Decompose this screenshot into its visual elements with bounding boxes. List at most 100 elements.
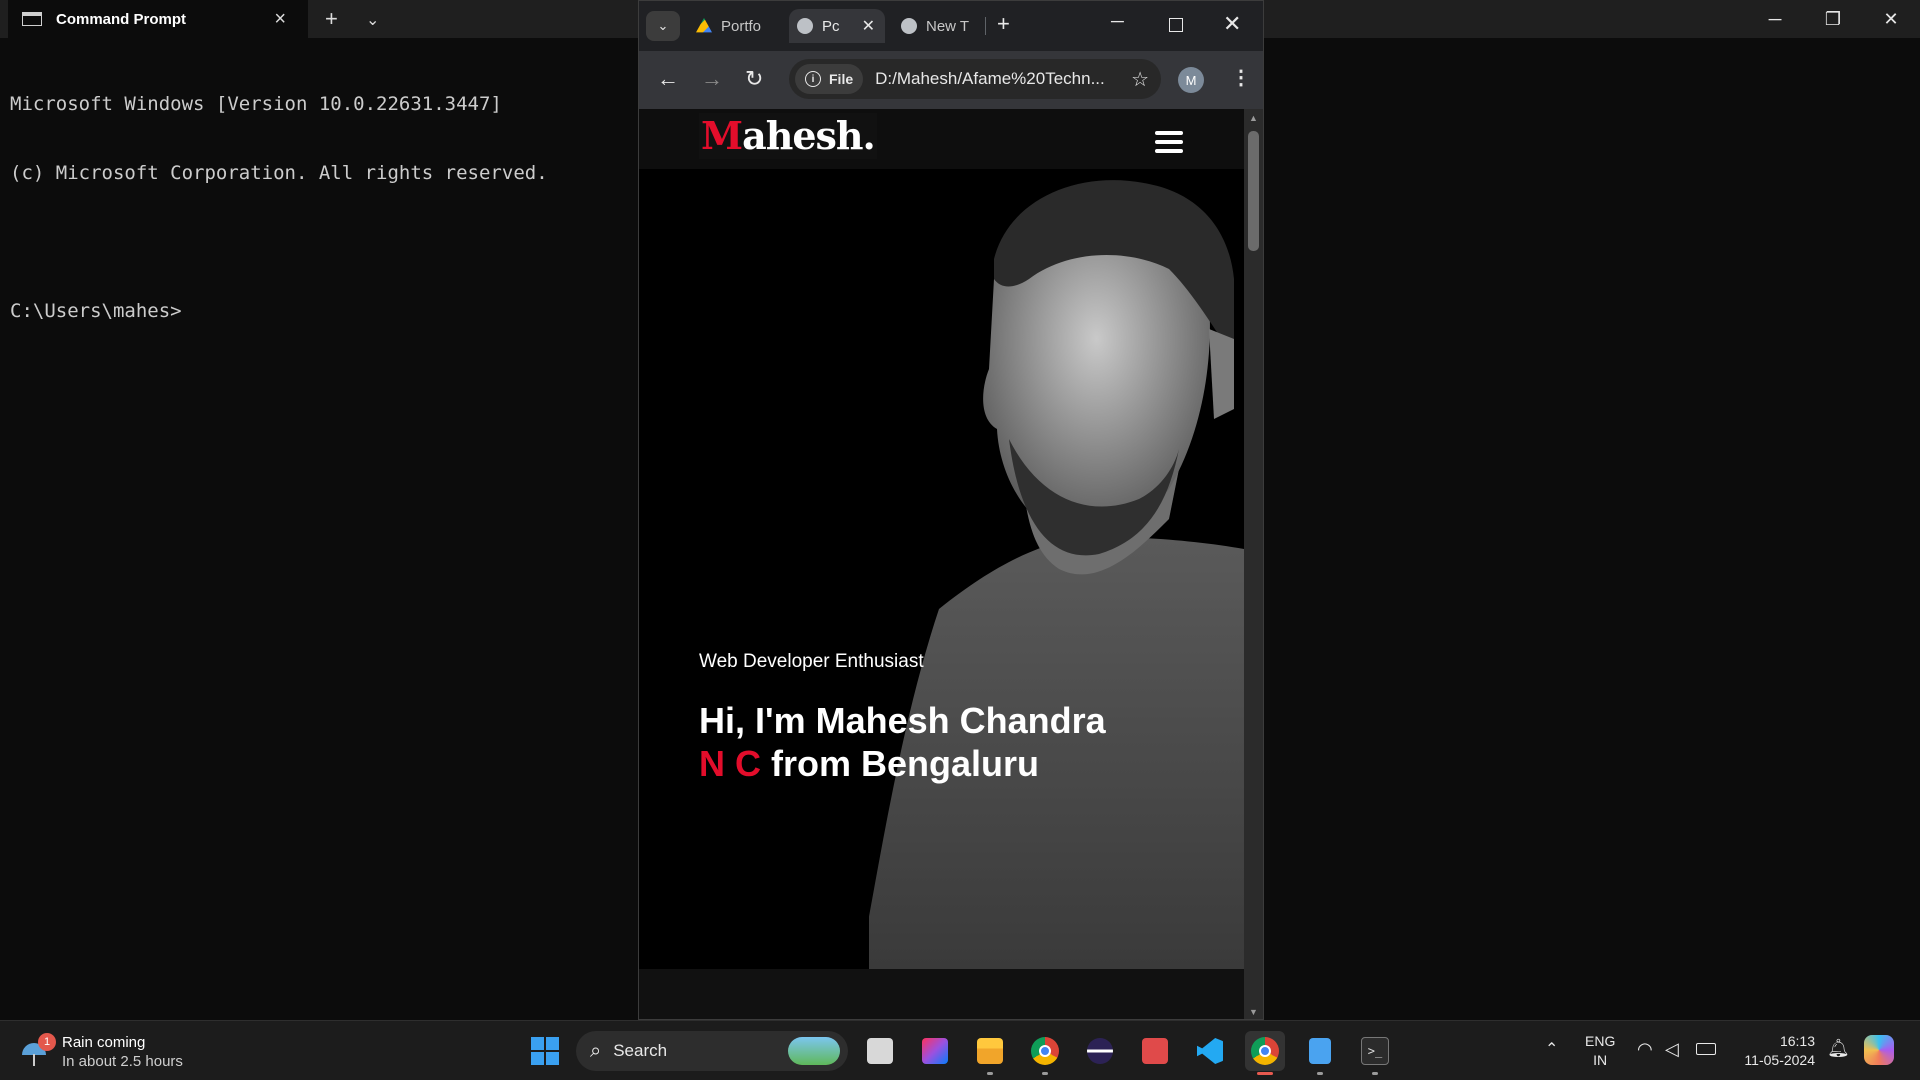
taskbar-app-terminal[interactable]: >_ xyxy=(1355,1031,1395,1075)
scroll-down-arrow-icon[interactable]: ▼ xyxy=(1249,1007,1258,1017)
chevron-down-icon[interactable]: ⌄ xyxy=(366,10,379,30)
scrollbar-thumb[interactable] xyxy=(1248,131,1259,251)
eclipse-icon xyxy=(1087,1038,1113,1064)
hero-tagline: Web Developer Enthusiast xyxy=(699,651,924,672)
hero-title-highlight: N C xyxy=(699,743,761,784)
taskbar-search[interactable]: ⌕ Search xyxy=(576,1031,848,1071)
browser-tab-new[interactable]: New T xyxy=(901,9,981,43)
hero-title-rest: from Bengaluru xyxy=(761,743,1040,784)
snipping-tool-icon xyxy=(1142,1038,1168,1064)
profile-avatar[interactable]: M xyxy=(1178,67,1204,93)
umbrella-icon: 1 xyxy=(20,1033,56,1067)
close-button[interactable]: ✕ xyxy=(1863,0,1919,38)
chrome-icon xyxy=(901,18,917,34)
logo-name: ahesh. xyxy=(742,113,876,158)
site-chip-label: File xyxy=(829,71,854,87)
weather-subtitle: In about 2.5 hours xyxy=(62,1053,183,1070)
new-tab-button[interactable]: + xyxy=(997,11,1010,37)
site-info-chip[interactable]: i File xyxy=(795,64,864,94)
close-button[interactable]: ✕ xyxy=(1223,11,1241,37)
task-view-button[interactable] xyxy=(860,1031,900,1071)
tab-label: New T xyxy=(926,17,970,35)
taskbar-app-notepad[interactable] xyxy=(1300,1031,1340,1075)
tab-search-button[interactable]: ⌄ xyxy=(646,11,680,41)
taskbar-app-file-explorer[interactable] xyxy=(970,1031,1010,1075)
task-view-icon xyxy=(867,1038,893,1064)
new-tab-button[interactable]: + xyxy=(325,6,338,32)
notification-bell-icon[interactable]: 🔔︎ xyxy=(1827,1038,1850,1059)
hamburger-menu-icon[interactable] xyxy=(1155,131,1183,153)
google-drive-icon xyxy=(696,18,712,33)
chrome-icon xyxy=(1031,1037,1059,1065)
intellij-icon xyxy=(922,1038,948,1064)
tab-divider xyxy=(985,17,986,35)
browser-tabstrip: ⌄ Portfo Pc ✕ New T + ─ ✕ xyxy=(639,1,1263,51)
hero-title: Hi, I'm Mahesh Chandra N C from Bengalur… xyxy=(699,699,1139,785)
clock[interactable]: 16:13 11-05-2024 xyxy=(1735,1032,1815,1070)
taskbar-app-chrome-active[interactable] xyxy=(1245,1031,1285,1075)
weather-title: Rain coming xyxy=(62,1034,146,1051)
terminal-output[interactable]: Microsoft Windows [Version 10.0.22631.34… xyxy=(10,47,548,369)
taskbar-app-snipping-tool[interactable] xyxy=(1135,1031,1175,1071)
weather-text: Rain coming In about 2.5 hours xyxy=(62,1033,183,1071)
vscode-icon xyxy=(1197,1038,1223,1064)
maximize-button[interactable] xyxy=(1169,18,1183,32)
folder-icon xyxy=(977,1038,1003,1064)
start-button[interactable] xyxy=(525,1031,565,1071)
chrome-icon xyxy=(1251,1037,1279,1065)
region-code: IN xyxy=(1593,1052,1608,1068)
language-indicator[interactable]: ENG IN xyxy=(1585,1032,1615,1070)
weather-widget[interactable]: 1 Rain coming In about 2.5 hours xyxy=(20,1030,183,1074)
restore-button[interactable]: ❐ xyxy=(1805,0,1861,38)
info-icon: i xyxy=(805,71,821,87)
browser-menu-icon[interactable]: ⋮ xyxy=(1231,65,1251,90)
terminal-line: Microsoft Windows [Version 10.0.22631.34… xyxy=(10,93,502,115)
page-viewport: Mahesh. Web Developer Enthusiast Hi, I'm… xyxy=(639,109,1244,1019)
battery-icon[interactable] xyxy=(1696,1043,1716,1055)
taskbar-app-vscode[interactable] xyxy=(1190,1031,1230,1071)
page-scrollbar[interactable]: ▲ ▼ xyxy=(1244,109,1263,1019)
minimize-button[interactable]: ─ xyxy=(1111,11,1124,32)
windows-logo-icon xyxy=(531,1037,559,1065)
chevron-up-icon[interactable]: ⌃ xyxy=(1545,1039,1558,1059)
browser-tab-portfolio[interactable]: Portfo xyxy=(696,9,786,43)
taskbar-app-intellij[interactable] xyxy=(915,1031,955,1071)
browser-window: ⌄ Portfo Pc ✕ New T + ─ ✕ ← → ↻ i File D… xyxy=(638,0,1264,1020)
terminal-line: (c) Microsoft Corporation. All rights re… xyxy=(10,162,548,184)
close-icon[interactable]: × xyxy=(274,8,286,31)
site-logo[interactable]: Mahesh. xyxy=(699,113,877,159)
notification-badge: 1 xyxy=(38,1033,56,1051)
site-navbar: Mahesh. xyxy=(639,109,1244,169)
hero-title-line1: Hi, I'm Mahesh Chandra xyxy=(699,700,1106,741)
portrait-photo xyxy=(869,180,1244,969)
address-bar[interactable]: i File D:/Mahesh/Afame%20Techn... ☆ xyxy=(789,59,1161,99)
browser-toolbar: ← → ↻ i File D:/Mahesh/Afame%20Techn... … xyxy=(639,51,1263,109)
browser-tab-active[interactable]: Pc ✕ xyxy=(789,9,885,43)
minimize-button[interactable]: ─ xyxy=(1747,0,1803,38)
terminal-tab-title: Command Prompt xyxy=(56,10,187,28)
terminal-prompt[interactable]: C:\Users\mahes> xyxy=(10,300,548,323)
taskbar-app-chrome[interactable] xyxy=(1025,1031,1065,1075)
tab-label: Pc xyxy=(822,17,840,35)
back-button[interactable]: ← xyxy=(657,66,679,92)
url-text[interactable]: D:/Mahesh/Afame%20Techn... xyxy=(875,69,1125,89)
clock-date: 11-05-2024 xyxy=(1744,1052,1815,1068)
notepad-icon xyxy=(1309,1038,1331,1064)
taskbar: 1 Rain coming In about 2.5 hours ⌕ Searc… xyxy=(0,1020,1920,1080)
tab-label: Portfo xyxy=(721,17,762,35)
next-section xyxy=(639,969,1244,1019)
forward-button[interactable]: → xyxy=(701,66,723,92)
close-icon[interactable]: ✕ xyxy=(862,16,875,36)
terminal-icon: >_ xyxy=(1361,1037,1389,1065)
reload-button[interactable]: ↻ xyxy=(745,66,763,92)
terminal-icon xyxy=(22,12,42,26)
taskbar-app-eclipse[interactable] xyxy=(1080,1031,1120,1071)
terminal-tab[interactable]: Command Prompt × xyxy=(8,0,308,38)
scroll-up-arrow-icon[interactable]: ▲ xyxy=(1249,113,1258,123)
bookmark-star-icon[interactable]: ☆ xyxy=(1131,67,1149,92)
copilot-icon[interactable] xyxy=(1864,1035,1894,1065)
search-label: Search xyxy=(613,1041,668,1060)
volume-icon[interactable]: ◁ xyxy=(1665,1039,1679,1060)
wifi-icon[interactable]: ◠ xyxy=(1637,1039,1653,1060)
